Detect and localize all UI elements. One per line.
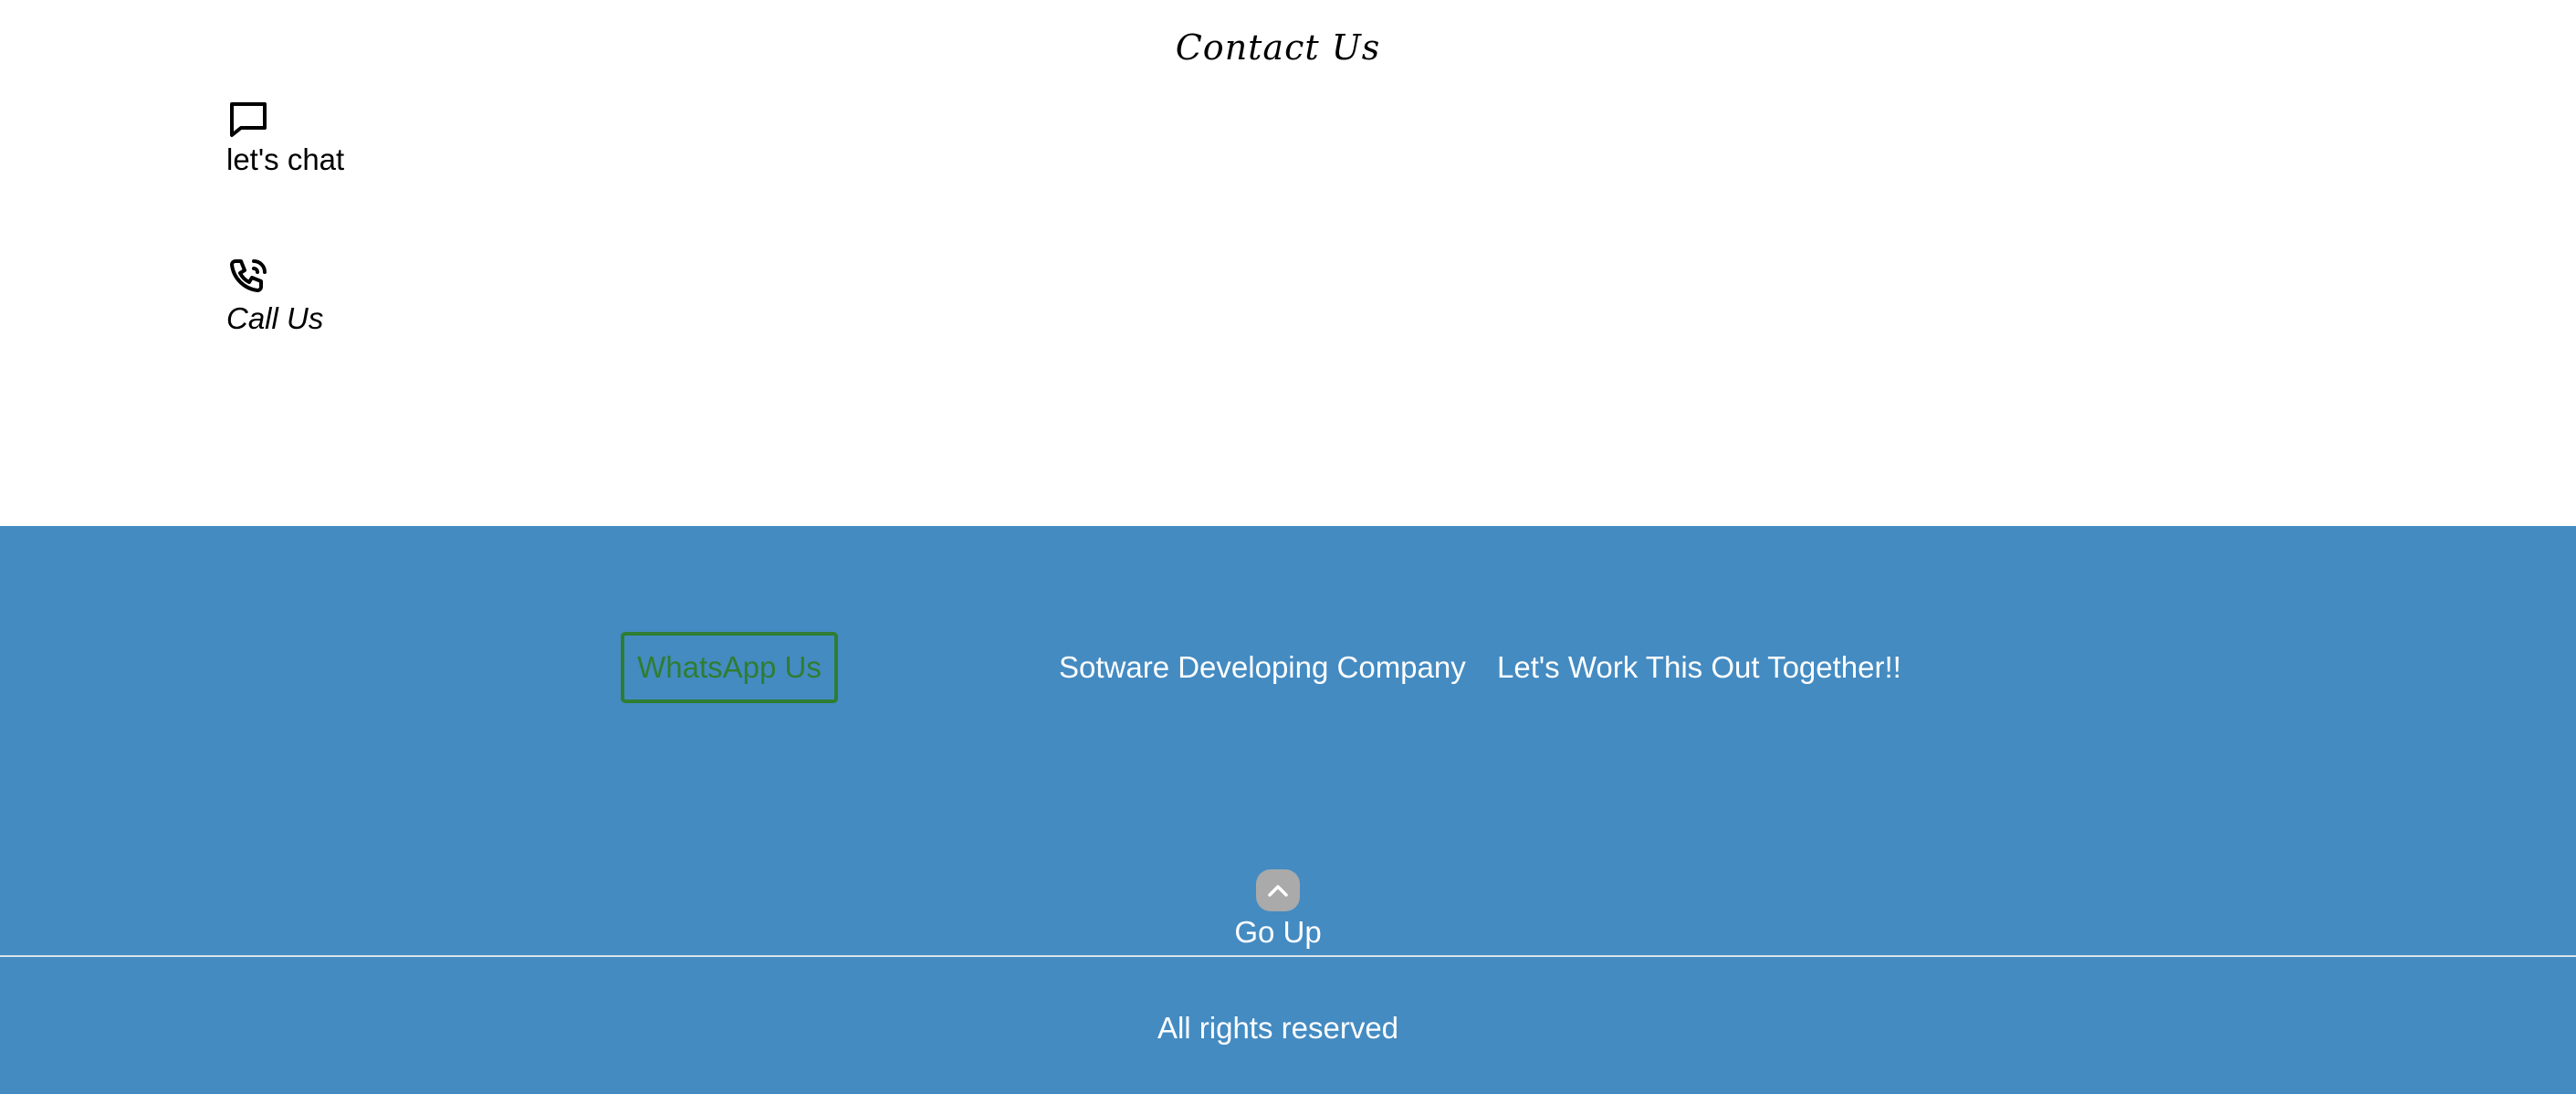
- company-name: Sotware Developing Company: [1059, 650, 1466, 684]
- footer: WhatsApp Us Sotware Developing Company L…: [0, 526, 2576, 1094]
- chevron-up-icon[interactable]: [1256, 869, 1300, 911]
- lets-chat-link[interactable]: let's chat: [226, 97, 344, 177]
- chat-bubble-icon: [226, 97, 270, 141]
- go-up-button[interactable]: Go Up: [1187, 869, 1369, 950]
- footer-divider: [0, 955, 2576, 957]
- lets-chat-label: let's chat: [226, 142, 345, 176]
- whatsapp-button[interactable]: WhatsApp Us: [621, 632, 838, 703]
- copyright-text: All rights reserved: [1157, 1011, 1399, 1045]
- go-up-label: Go Up: [1234, 915, 1322, 949]
- call-us-label: Call Us: [226, 301, 324, 335]
- contact-section: Contact Us let's chat Call Us: [0, 0, 2576, 526]
- call-us-link[interactable]: Call Us: [226, 256, 323, 336]
- page: Contact Us let's chat Call Us WhatsApp U…: [0, 0, 2576, 1094]
- phone-call-icon: [226, 256, 270, 300]
- tagline: Let's Work This Out Together!!: [1497, 650, 1901, 684]
- contact-title: Contact Us: [1175, 27, 1381, 68]
